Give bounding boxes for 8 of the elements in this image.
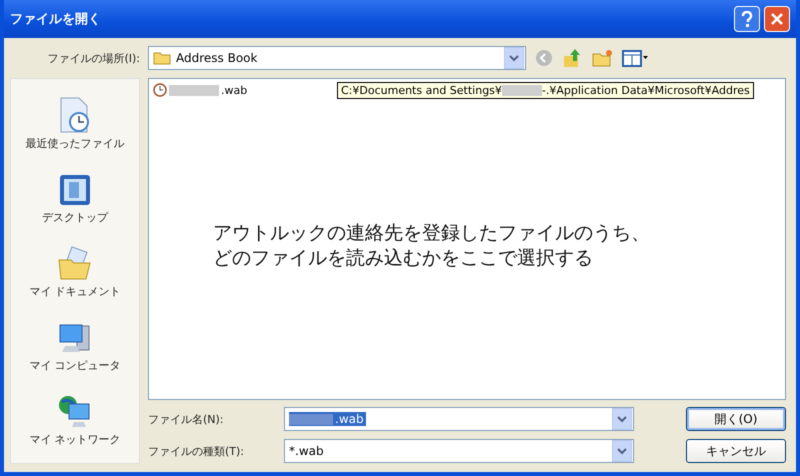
tooltip-text: C:¥Documents and Settings¥: [341, 84, 502, 97]
location-label: ファイルの場所(I):: [46, 50, 140, 66]
tooltip-text: -.¥Application Data¥Microsoft¥Addres: [542, 84, 750, 97]
annotation-text: アウトルックの連絡先を登録したファイルのうち、: [213, 221, 651, 246]
annotation-text: どのファイルを読み込むかをここで選択する: [213, 246, 594, 271]
window-title: ファイルを開く: [10, 11, 101, 28]
filename-label: ファイル名(N):: [148, 412, 225, 426]
filetype-label: ファイルの種類(T):: [148, 444, 246, 458]
